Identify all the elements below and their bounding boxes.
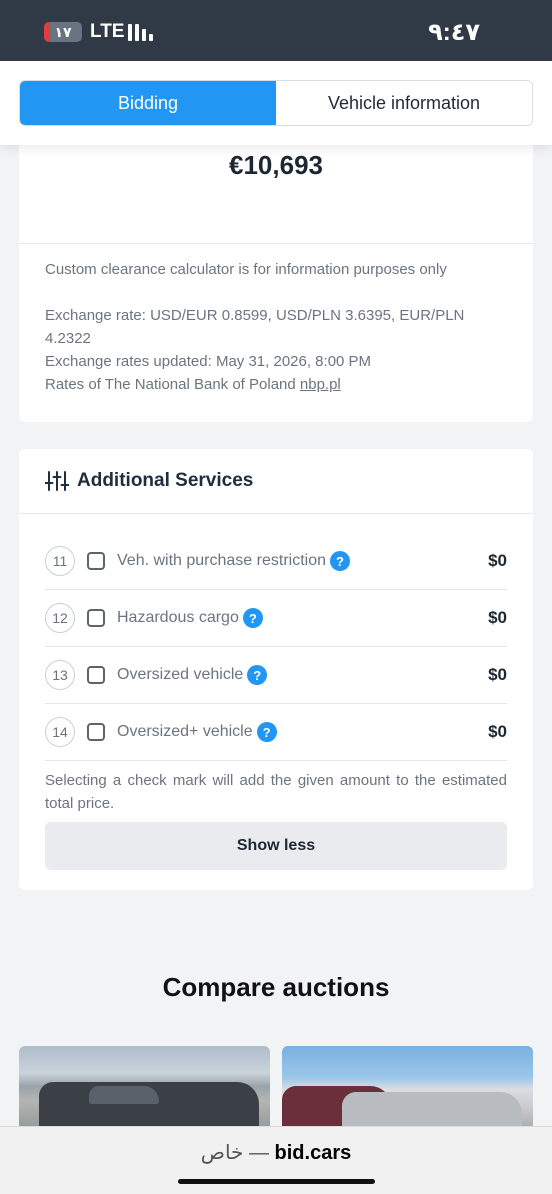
signal-bars-icon [128,24,156,41]
compare-auctions-title: Compare auctions [162,972,390,1002]
service-price: $0 [488,608,507,627]
row-divider [45,760,507,761]
service-checkbox[interactable] [87,666,105,684]
total-price: €10,693 [229,150,323,180]
service-row-oversized: 13 Oversized vehicle ? $0 [45,647,507,703]
tab-vehicle-information[interactable]: Vehicle information [276,81,532,125]
additional-services-card: Additional Services 11 Veh. with purchas… [19,449,533,890]
show-less-button[interactable]: Show less [45,822,507,870]
service-row-oversized-plus: 14 Oversized+ vehicle ? $0 [45,704,507,760]
rates-source: Rates of The National Bank of Poland nbp… [45,373,341,396]
service-label: Oversized+ vehicle [117,723,253,740]
browser-address-bar[interactable]: خاص — bid.cars [0,1126,552,1194]
service-row-restriction: 11 Veh. with purchase restriction ? $0 [45,533,507,589]
help-icon[interactable]: ? [256,722,277,742]
service-label: Veh. with purchase restriction [117,552,326,569]
price-summary-card: €10,693 Custom clearance calculator is f… [19,130,533,422]
help-icon[interactable]: ? [330,551,350,571]
segmented-control: Bidding Vehicle information [19,80,533,126]
divider [19,513,533,514]
nbp-link[interactable]: nbp.pl [300,376,341,393]
service-number: 13 [45,660,75,690]
url-domain: bid.cars [274,1142,352,1164]
help-icon[interactable]: ? [247,665,268,685]
service-label: Oversized vehicle [117,666,244,683]
home-indicator[interactable] [178,1179,375,1184]
address-separator: — [243,1142,275,1164]
additional-services-header: Additional Services [45,466,253,496]
service-price: $0 [488,551,507,570]
rates-updated: Exchange rates updated: May 31, 2026, 8:… [45,353,372,370]
service-number: 14 [45,717,75,747]
calculator-disclaimer: Custom clearance calculator is for infor… [45,261,447,278]
divider [19,243,533,244]
rates-source-text: Rates of The National Bank of Poland [45,376,296,393]
additional-services-title: Additional Services [77,470,254,491]
status-time: ٩:٤٧ [428,19,480,46]
private-mode-label: خاص [200,1142,244,1164]
auction-thumbnail-2[interactable] [282,1046,533,1136]
car-window [89,1086,159,1104]
battery-icon: ١٧ [44,22,82,42]
service-row-hazardous: 12 Hazardous cargo ? $0 [45,590,507,646]
service-number: 11 [45,546,75,576]
sliders-icon [45,471,69,491]
battery-percentage: ١٧ [54,24,72,40]
service-number: 12 [45,603,75,633]
service-price: $0 [488,722,507,741]
help-icon[interactable]: ? [242,608,263,628]
status-bar: ١٧ LTE ٩:٤٧ [0,0,552,61]
service-checkbox[interactable] [87,723,105,741]
service-checkbox[interactable] [87,552,105,570]
service-checkbox[interactable] [87,609,105,627]
service-label: Hazardous cargo [117,609,239,626]
tab-bidding[interactable]: Bidding [20,81,276,125]
service-price: $0 [488,665,507,684]
services-note: Selecting a check mark will add the give… [45,772,507,812]
tab-bar: Bidding Vehicle information [0,61,552,145]
network-type: LTE [90,21,125,42]
exchange-rate: Exchange rate: USD/EUR 0.8599, USD/PLN 3… [45,307,465,347]
address-text[interactable]: خاص — bid.cars [0,1140,552,1165]
auction-thumbnail-1[interactable] [19,1046,270,1136]
